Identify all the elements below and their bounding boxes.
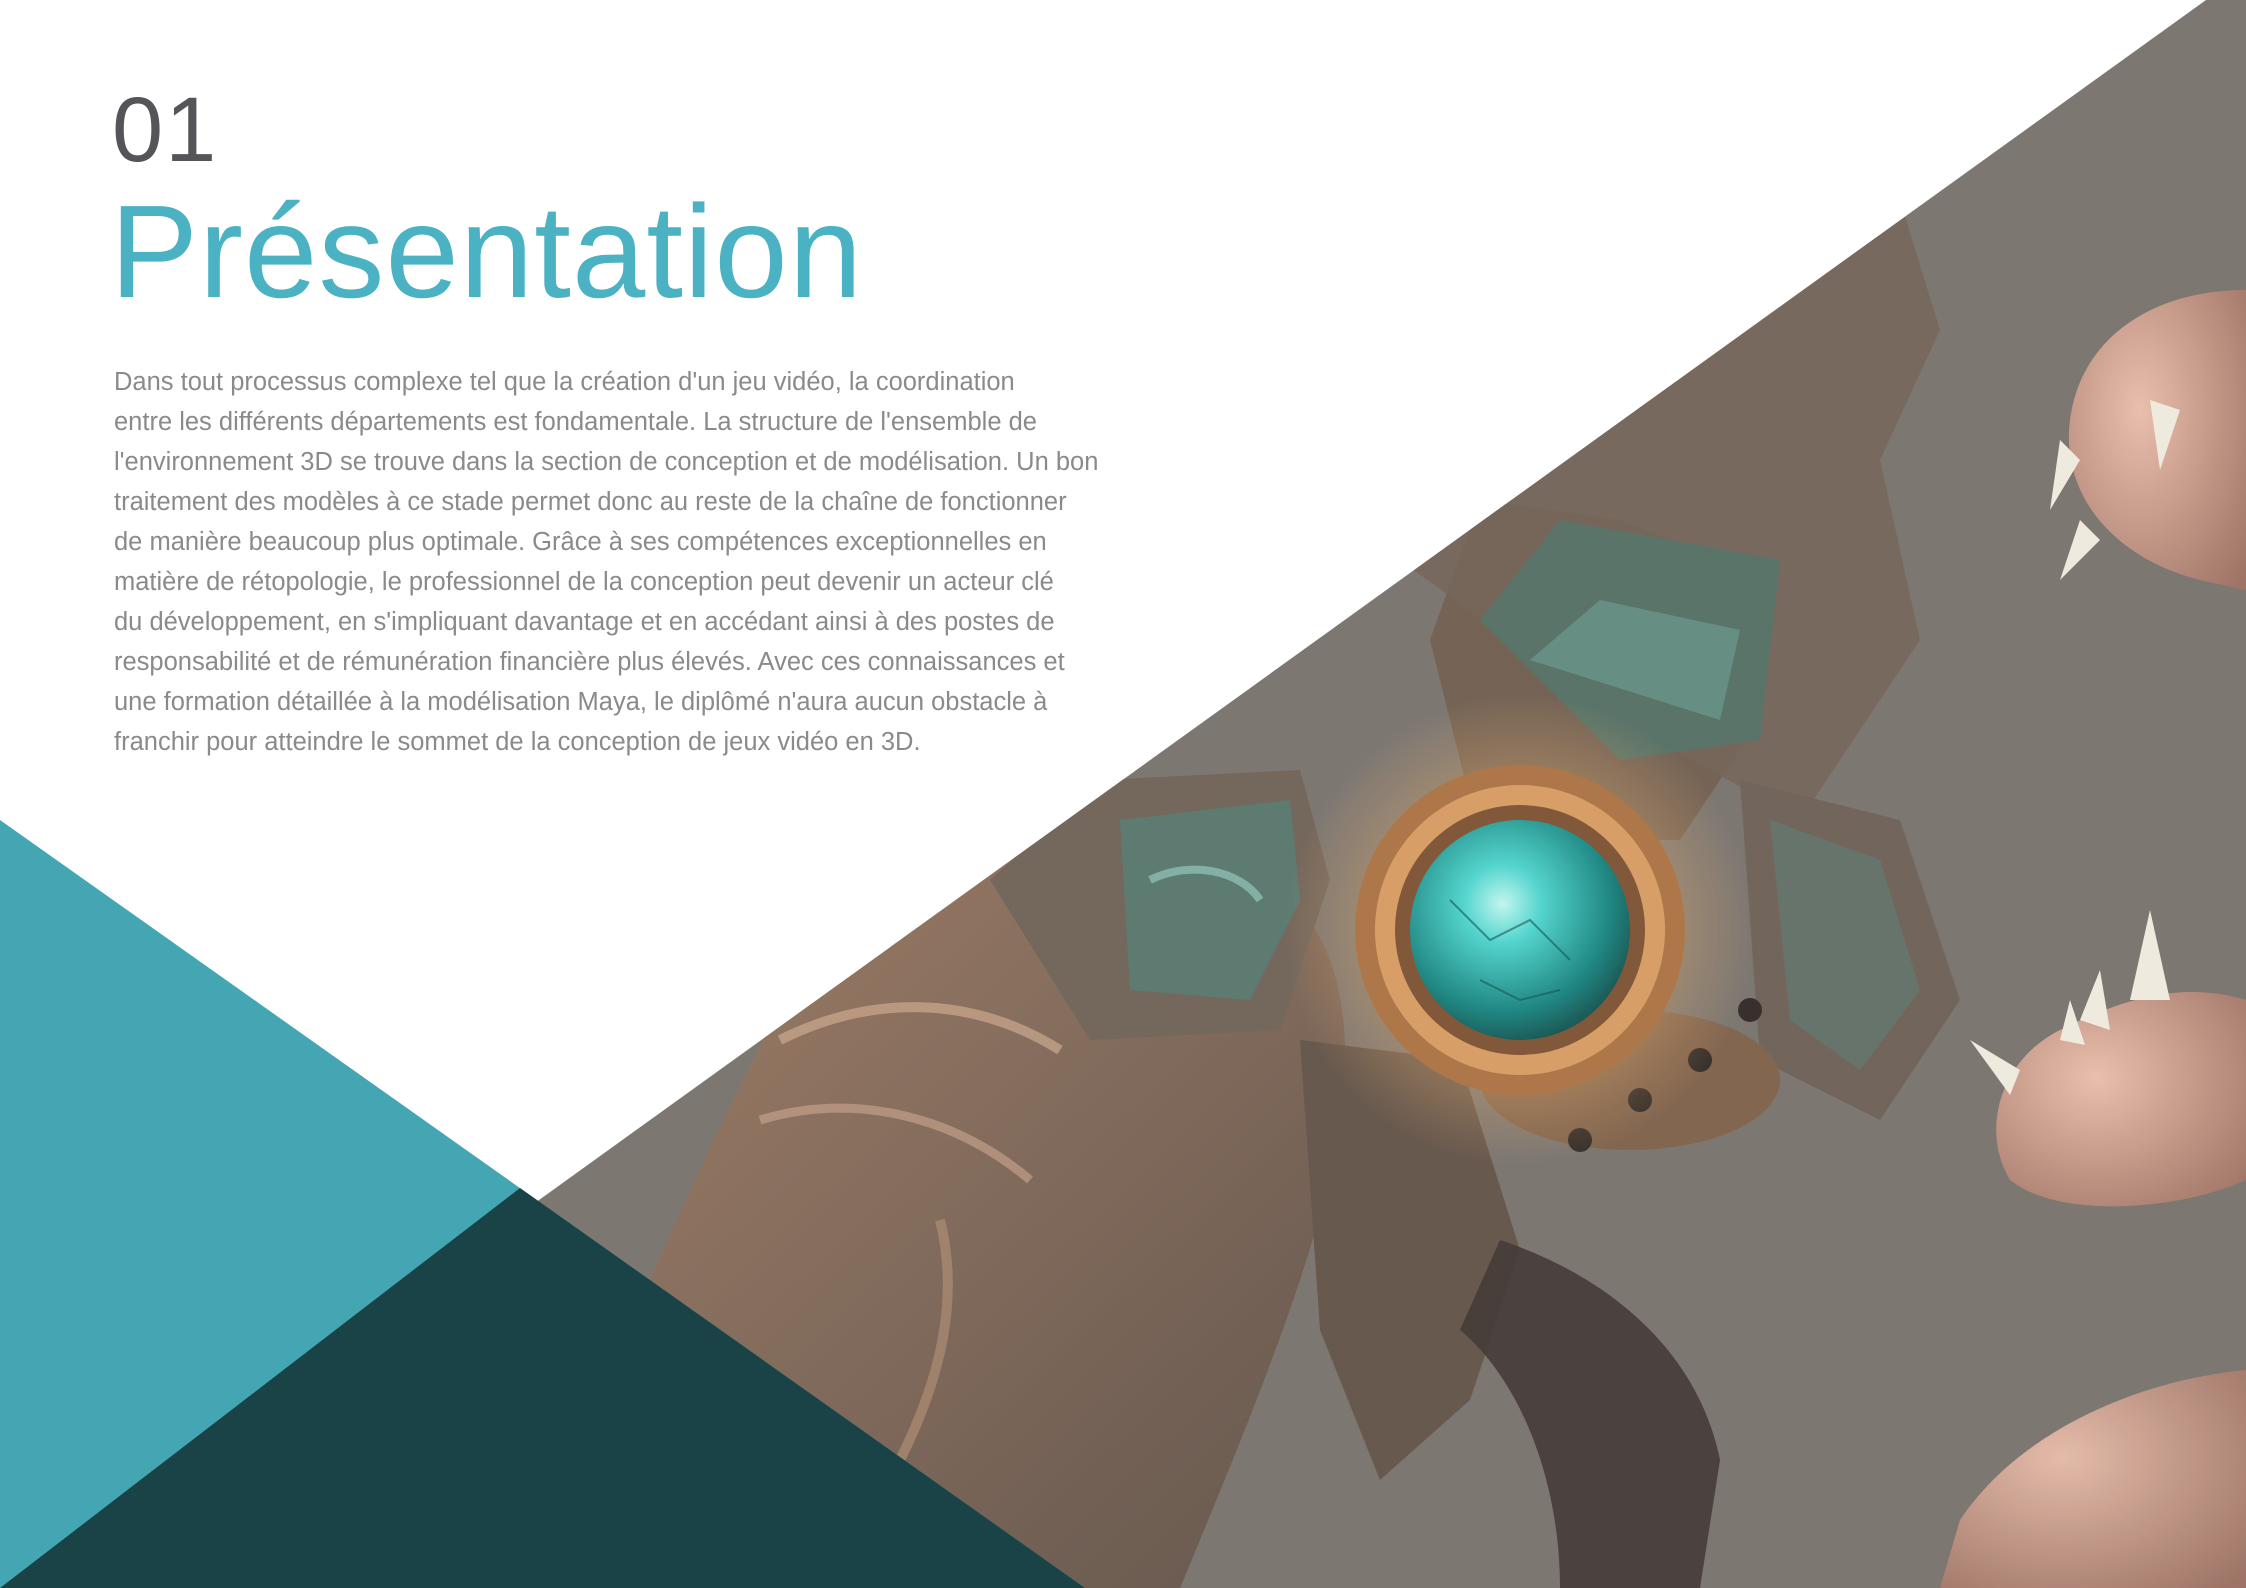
paragraph-line: responsabilité et de rémunération financ… bbox=[114, 648, 1065, 676]
paragraph-line: franchir pour atteindre le sommet de la … bbox=[114, 728, 921, 756]
paragraph-line: entre les différents départements est fo… bbox=[114, 408, 1037, 436]
intro-paragraph: Dans tout processus complexe tel que la … bbox=[114, 362, 1124, 762]
paragraph-line: l'environnement 3D se trouve dans la sec… bbox=[114, 448, 1099, 476]
paragraph-line: traitement des modèles à ce stade permet… bbox=[114, 488, 1067, 516]
paragraph-line: une formation détaillée à la modélisatio… bbox=[114, 688, 1048, 716]
section-title: Présentation bbox=[110, 178, 864, 325]
section-number: 01 bbox=[112, 79, 219, 181]
paragraph-line: matière de rétopologie, le professionnel… bbox=[114, 568, 1054, 596]
paragraph-line: du développement, en s'impliquant davant… bbox=[114, 608, 1055, 636]
paragraph-line: Dans tout processus complexe tel que la … bbox=[114, 368, 1015, 396]
paragraph-line: de manière beaucoup plus optimale. Grâce… bbox=[114, 528, 1047, 556]
